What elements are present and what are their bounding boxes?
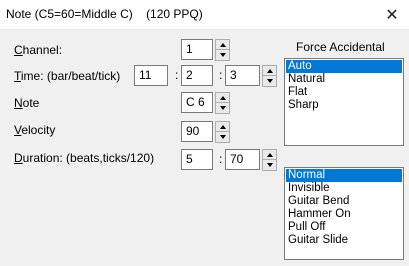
time-label: Time: (bar/beat/tick) bbox=[14, 69, 121, 83]
force-accidental-item[interactable]: Flat bbox=[286, 86, 402, 99]
arrow-down-icon bbox=[266, 163, 273, 167]
force-accidental-item[interactable]: Natural bbox=[286, 73, 402, 86]
velocity-spinner[interactable] bbox=[215, 121, 230, 143]
time-spin-up[interactable] bbox=[263, 66, 276, 76]
velocity-spin-down[interactable] bbox=[216, 132, 229, 142]
force-accidental-list[interactable]: Auto Natural Flat Sharp bbox=[284, 58, 404, 146]
time-beat-input[interactable]: 2 bbox=[181, 65, 213, 86]
note-label: Note bbox=[14, 96, 40, 110]
duration-label: Duration: (beats,ticks/120) bbox=[14, 151, 155, 165]
duration-spin-up[interactable] bbox=[263, 150, 276, 160]
duration-spinner[interactable] bbox=[262, 149, 277, 171]
note-spin-up[interactable] bbox=[216, 93, 229, 103]
note-style-item[interactable]: Guitar Bend bbox=[286, 195, 402, 208]
time-spin-down[interactable] bbox=[263, 76, 276, 86]
note-spin-down[interactable] bbox=[216, 103, 229, 113]
velocity-label: Velocity bbox=[14, 123, 56, 137]
duration-separator: : bbox=[219, 152, 223, 166]
channel-spin-down[interactable] bbox=[216, 50, 229, 60]
channel-spin-up[interactable] bbox=[216, 40, 229, 50]
arrow-down-icon bbox=[219, 106, 226, 110]
arrow-down-icon bbox=[219, 53, 226, 57]
arrow-up-icon bbox=[266, 68, 273, 73]
duration-beats-input[interactable]: 5 bbox=[181, 149, 213, 170]
duration-spin-down[interactable] bbox=[263, 160, 276, 170]
note-spinner[interactable] bbox=[215, 92, 230, 114]
channel-spinner[interactable] bbox=[215, 39, 230, 61]
window-title: Note (C5=60=Middle C) (120 PPQ) bbox=[6, 7, 203, 21]
force-accidental-title: Force Accidental bbox=[296, 40, 385, 54]
arrow-up-icon bbox=[219, 124, 226, 129]
arrow-up-icon bbox=[219, 42, 226, 47]
time-tick-input[interactable]: 3 bbox=[225, 65, 260, 86]
force-accidental-item[interactable]: Sharp bbox=[286, 99, 402, 112]
channel-input[interactable]: 1 bbox=[181, 39, 213, 60]
duration-ticks-input[interactable]: 70 bbox=[225, 149, 260, 170]
note-input[interactable]: C 6 bbox=[181, 92, 213, 113]
time-separator: : bbox=[175, 68, 179, 82]
arrow-down-icon bbox=[219, 135, 226, 139]
note-style-item[interactable]: Invisible bbox=[286, 182, 402, 195]
time-spinner[interactable] bbox=[262, 65, 277, 87]
arrow-up-icon bbox=[219, 95, 226, 100]
note-style-list[interactable]: Normal Invisible Guitar Bend Hammer On Pull … bbox=[284, 167, 404, 260]
note-style-item[interactable]: Pull Off bbox=[286, 221, 402, 234]
arrow-down-icon bbox=[266, 79, 273, 83]
note-style-item[interactable]: Guitar Slide bbox=[286, 234, 402, 247]
note-style-item[interactable]: Normal bbox=[286, 169, 402, 182]
close-button[interactable]: ✕ bbox=[375, 0, 409, 30]
title-bar: Note (C5=60=Middle C) (120 PPQ) ✕ bbox=[0, 0, 409, 30]
time-bar-input[interactable]: 11 bbox=[134, 65, 168, 86]
time-separator: : bbox=[219, 68, 223, 82]
arrow-up-icon bbox=[266, 152, 273, 157]
velocity-input[interactable]: 90 bbox=[181, 121, 213, 142]
force-accidental-item[interactable]: Auto bbox=[286, 60, 402, 73]
velocity-spin-up[interactable] bbox=[216, 122, 229, 132]
channel-label: Channel: bbox=[14, 43, 63, 57]
close-icon: ✕ bbox=[385, 7, 399, 24]
note-style-item[interactable]: Hammer On bbox=[286, 208, 402, 221]
